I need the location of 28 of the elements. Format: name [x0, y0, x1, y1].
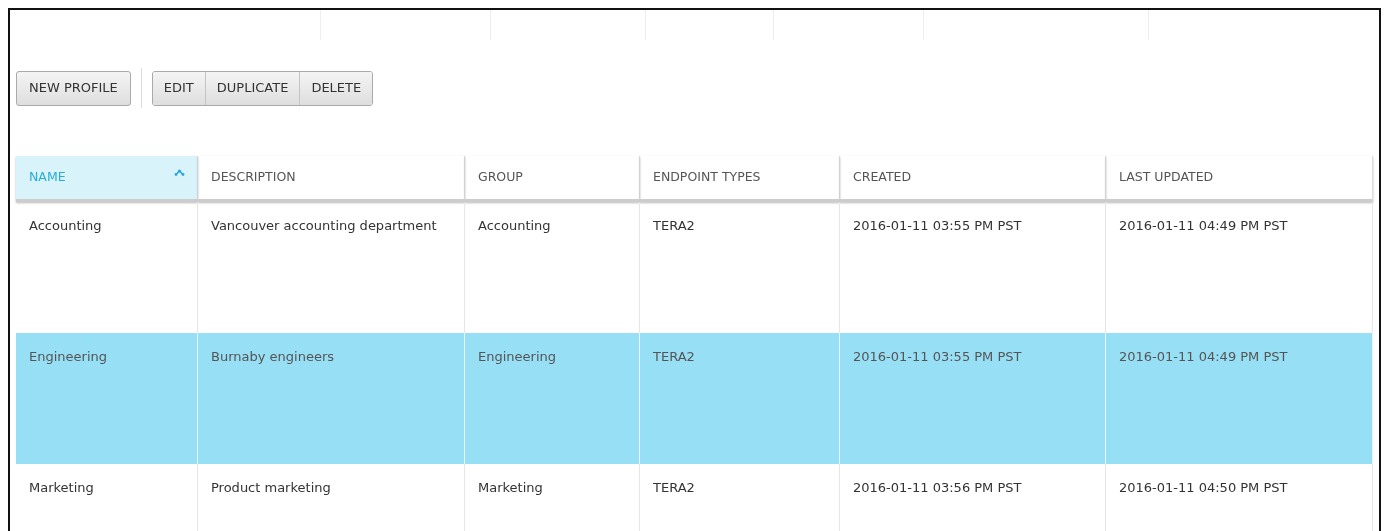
column-header-label: GROUP	[478, 168, 523, 187]
table-cell[interactable]: Engineering	[16, 333, 198, 464]
table-cell[interactable]: Marketing	[16, 464, 198, 531]
table-cell: Burnaby engineers	[198, 333, 465, 464]
column-header-label: LAST UPDATED	[1119, 168, 1214, 187]
table-cell: 2016-01-11 03:55 PM PST	[840, 333, 1106, 464]
column-header[interactable]: ENDPOINT TYPES	[640, 156, 840, 202]
column-header[interactable]: LAST UPDATED	[1106, 156, 1373, 202]
new-profile-button[interactable]: NEW PROFILE	[16, 70, 131, 106]
table-cell: 2016-01-11 04:49 PM PST	[1106, 333, 1373, 464]
table-cell: Product marketing	[198, 464, 465, 531]
column-header-label: DESCRIPTION	[211, 168, 296, 187]
toolbar-button[interactable]: DELETE	[299, 71, 373, 105]
table-cell: 2016-01-11 04:50 PM PST	[1106, 464, 1373, 531]
table-cell: Marketing	[465, 464, 640, 531]
table-cell: 2016-01-11 03:56 PM PST	[840, 464, 1106, 531]
column-header[interactable]: DESCRIPTION	[198, 156, 465, 202]
toolbar-button[interactable]: EDIT	[152, 71, 205, 105]
table-cell: TERA2	[640, 464, 840, 531]
column-header-label: NAME	[29, 168, 66, 187]
column-header-label: CREATED	[853, 168, 912, 187]
column-header-label: ENDPOINT TYPES	[653, 168, 761, 187]
column-header[interactable]: CREATED	[840, 156, 1106, 202]
sort-ascending-icon	[174, 169, 185, 176]
table-cell: Engineering	[465, 333, 640, 464]
toolbar-button[interactable]: DUPLICATE	[204, 71, 300, 105]
table-cell: TERA2	[640, 333, 840, 464]
column-header[interactable]: GROUP	[465, 156, 640, 202]
